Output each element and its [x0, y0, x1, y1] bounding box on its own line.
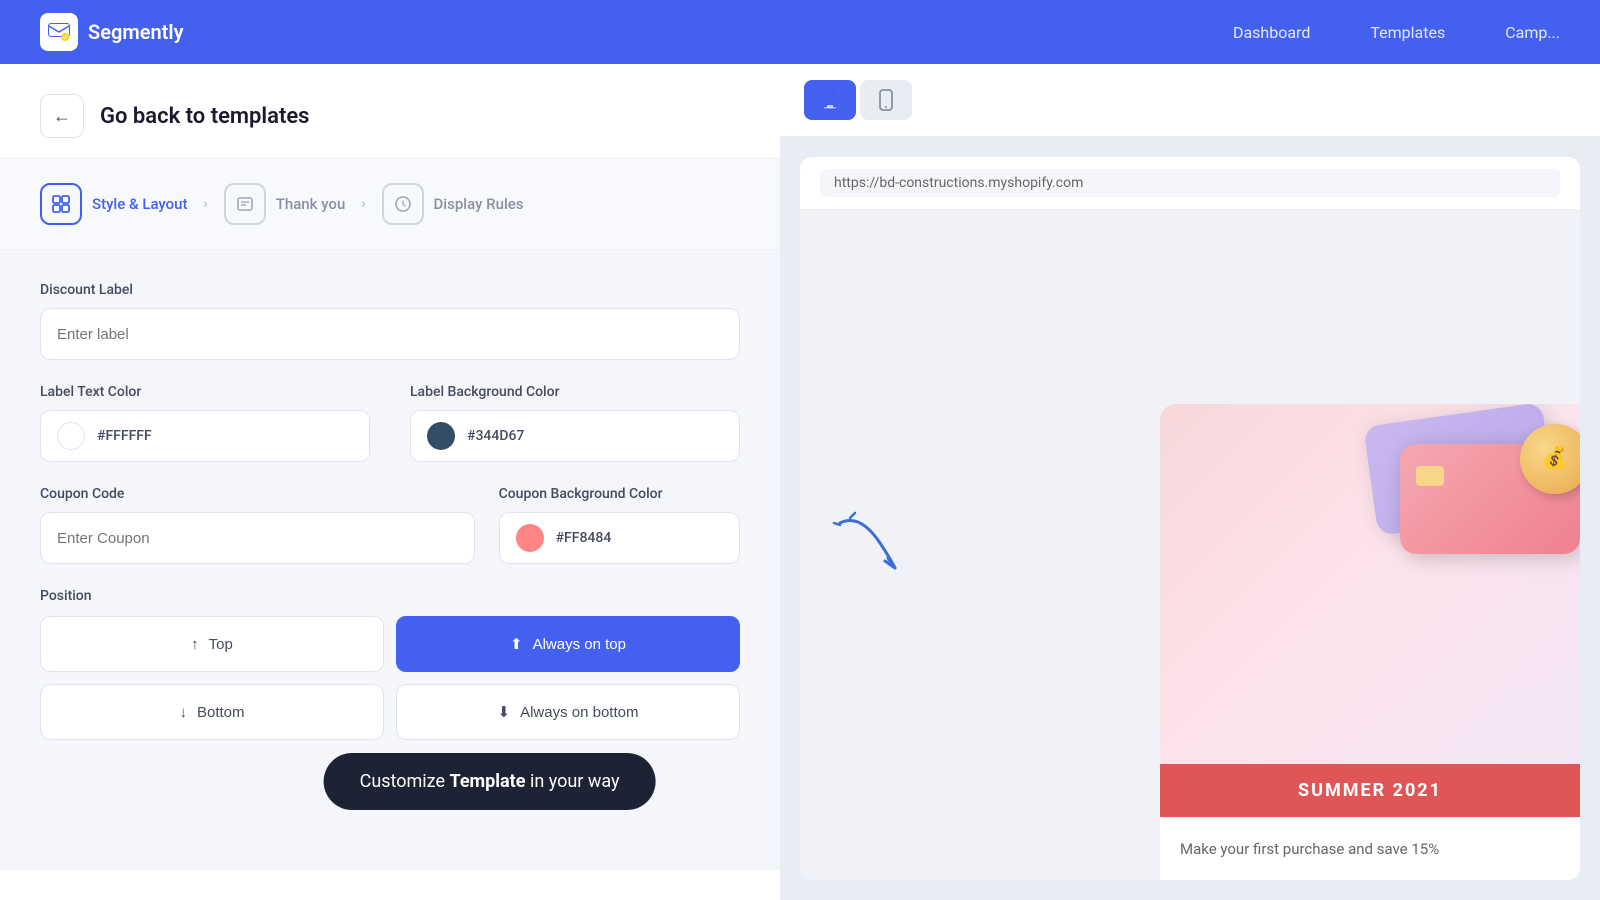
- position-always-bottom-label: Always on bottom: [520, 704, 638, 721]
- label-bg-color-value: #344D67: [467, 428, 524, 444]
- tab-chevron-2: ›: [361, 196, 365, 212]
- discount-label-input[interactable]: [40, 308, 740, 360]
- browser-url: https://bd-constructions.myshopify.com: [820, 169, 1560, 197]
- label-text-color-group: Label Text Color #FFFFFF: [40, 384, 370, 462]
- tab-chevron-1: ›: [204, 196, 208, 212]
- back-button[interactable]: ←: [40, 94, 84, 138]
- color-row: Label Text Color #FFFFFF Label Backgroun…: [40, 384, 740, 462]
- label-text-color-label: Label Text Color: [40, 384, 370, 400]
- position-top-label: Top: [209, 636, 233, 653]
- tab-style-layout[interactable]: Style & Layout: [40, 183, 188, 225]
- position-always-bottom-icon: ⬇: [498, 703, 511, 721]
- position-label: Position: [40, 588, 740, 604]
- coupon-row: Coupon Code Coupon Background Color #FF8…: [40, 486, 740, 564]
- nav-camp[interactable]: Camp...: [1505, 23, 1560, 42]
- logo: Segmently: [40, 13, 184, 51]
- nav-templates[interactable]: Templates: [1370, 23, 1445, 42]
- position-group: Position ↑ Top ⬆ Always on top ↓ Bottom: [40, 588, 740, 740]
- label-text-color-swatch: [57, 422, 85, 450]
- arrow-illustration: [830, 503, 910, 587]
- coupon-code-label: Coupon Code: [40, 486, 475, 502]
- coupon-bg-color-input[interactable]: #FF8484: [499, 512, 740, 564]
- coupon-bg-color-value: #FF8484: [556, 530, 612, 546]
- tab-thankyou-icon: [224, 183, 266, 225]
- wizard-tabs: Style & Layout › Thank you ›: [0, 159, 780, 250]
- preview-banner: SUMMER 2021: [1160, 764, 1580, 817]
- coupon-bg-label: Coupon Background Color: [499, 486, 740, 502]
- position-always-top-button[interactable]: ⬆ Always on top: [396, 616, 740, 672]
- tooltip-text-bold: Template: [449, 771, 525, 792]
- tab-style-icon: [40, 183, 82, 225]
- coupon-bg-color-swatch: [516, 524, 544, 552]
- tab-display-rules[interactable]: Display Rules: [382, 183, 524, 225]
- coupon-code-group: Coupon Code: [40, 486, 475, 564]
- label-bg-color-swatch: [427, 422, 455, 450]
- position-grid: ↑ Top ⬆ Always on top ↓ Bottom ⬇ Always …: [40, 616, 740, 740]
- browser-bar: https://bd-constructions.myshopify.com: [800, 157, 1580, 210]
- form-content: Discount Label Label Text Color #FFFFFF …: [0, 250, 780, 870]
- customize-tooltip: Customize Template in your way: [324, 753, 656, 810]
- app-header: Segmently Dashboard Templates Camp...: [0, 0, 1600, 64]
- tab-display-icon: [382, 183, 424, 225]
- position-top-icon: ↑: [191, 636, 199, 653]
- preview-toolbar: [780, 64, 1600, 137]
- label-bg-color-group: Label Background Color #344D67: [410, 384, 740, 462]
- label-bg-color-label: Label Background Color: [410, 384, 740, 400]
- main-layout: ← Go back to templates Style & Layout ›: [0, 64, 1600, 900]
- preview-browser: https://bd-constructions.myshopify.com: [800, 157, 1580, 880]
- tab-thank-you[interactable]: Thank you: [224, 183, 346, 225]
- back-header: ← Go back to templates: [0, 64, 780, 159]
- position-bottom-label: Bottom: [197, 704, 245, 721]
- tab-display-label: Display Rules: [434, 195, 524, 213]
- card-chip: [1416, 466, 1444, 486]
- page-title: Go back to templates: [100, 104, 309, 129]
- position-always-top-label: Always on top: [533, 636, 626, 653]
- nav-dashboard[interactable]: Dashboard: [1233, 23, 1310, 42]
- position-bottom-button[interactable]: ↓ Bottom: [40, 684, 384, 740]
- app-name: Segmently: [88, 20, 184, 44]
- position-bottom-icon: ↓: [179, 704, 187, 721]
- tooltip-text-after: in your way: [525, 771, 619, 792]
- desktop-device-button[interactable]: [804, 80, 856, 120]
- position-always-top-icon: ⬆: [510, 635, 523, 653]
- coupon-bg-group: Coupon Background Color #FF8484: [499, 486, 740, 564]
- tab-style-label: Style & Layout: [92, 195, 188, 213]
- label-text-color-value: #FFFFFF: [97, 428, 152, 444]
- logo-icon: [40, 13, 78, 51]
- left-panel: ← Go back to templates Style & Layout ›: [0, 64, 780, 900]
- discount-label-text: Discount Label: [40, 282, 740, 298]
- label-bg-color-input[interactable]: #344D67: [410, 410, 740, 462]
- label-text-color-input[interactable]: #FFFFFF: [40, 410, 370, 462]
- position-top-button[interactable]: ↑ Top: [40, 616, 384, 672]
- discount-label-group: Discount Label: [40, 282, 740, 360]
- position-always-bottom-button[interactable]: ⬇ Always on bottom: [396, 684, 740, 740]
- coin-illustration: 💰: [1520, 424, 1580, 494]
- mobile-device-button[interactable]: [860, 80, 912, 120]
- tab-thankyou-label: Thank you: [276, 195, 346, 213]
- purchase-text: Make your first purchase and save 15%: [1180, 838, 1560, 861]
- preview-card-image: 💰: [1160, 404, 1580, 764]
- preview-card: 💰 SUMMER 2021 Make your first purchase a…: [1160, 404, 1580, 881]
- tooltip-text-before: Customize: [360, 771, 450, 792]
- coupon-code-input[interactable]: [40, 512, 475, 564]
- main-nav: Dashboard Templates Camp...: [1233, 23, 1560, 42]
- browser-content: 💰 SUMMER 2021 Make your first purchase a…: [800, 210, 1580, 880]
- preview-footer: Make your first purchase and save 15%: [1160, 817, 1580, 881]
- right-panel: https://bd-constructions.myshopify.com: [780, 64, 1600, 900]
